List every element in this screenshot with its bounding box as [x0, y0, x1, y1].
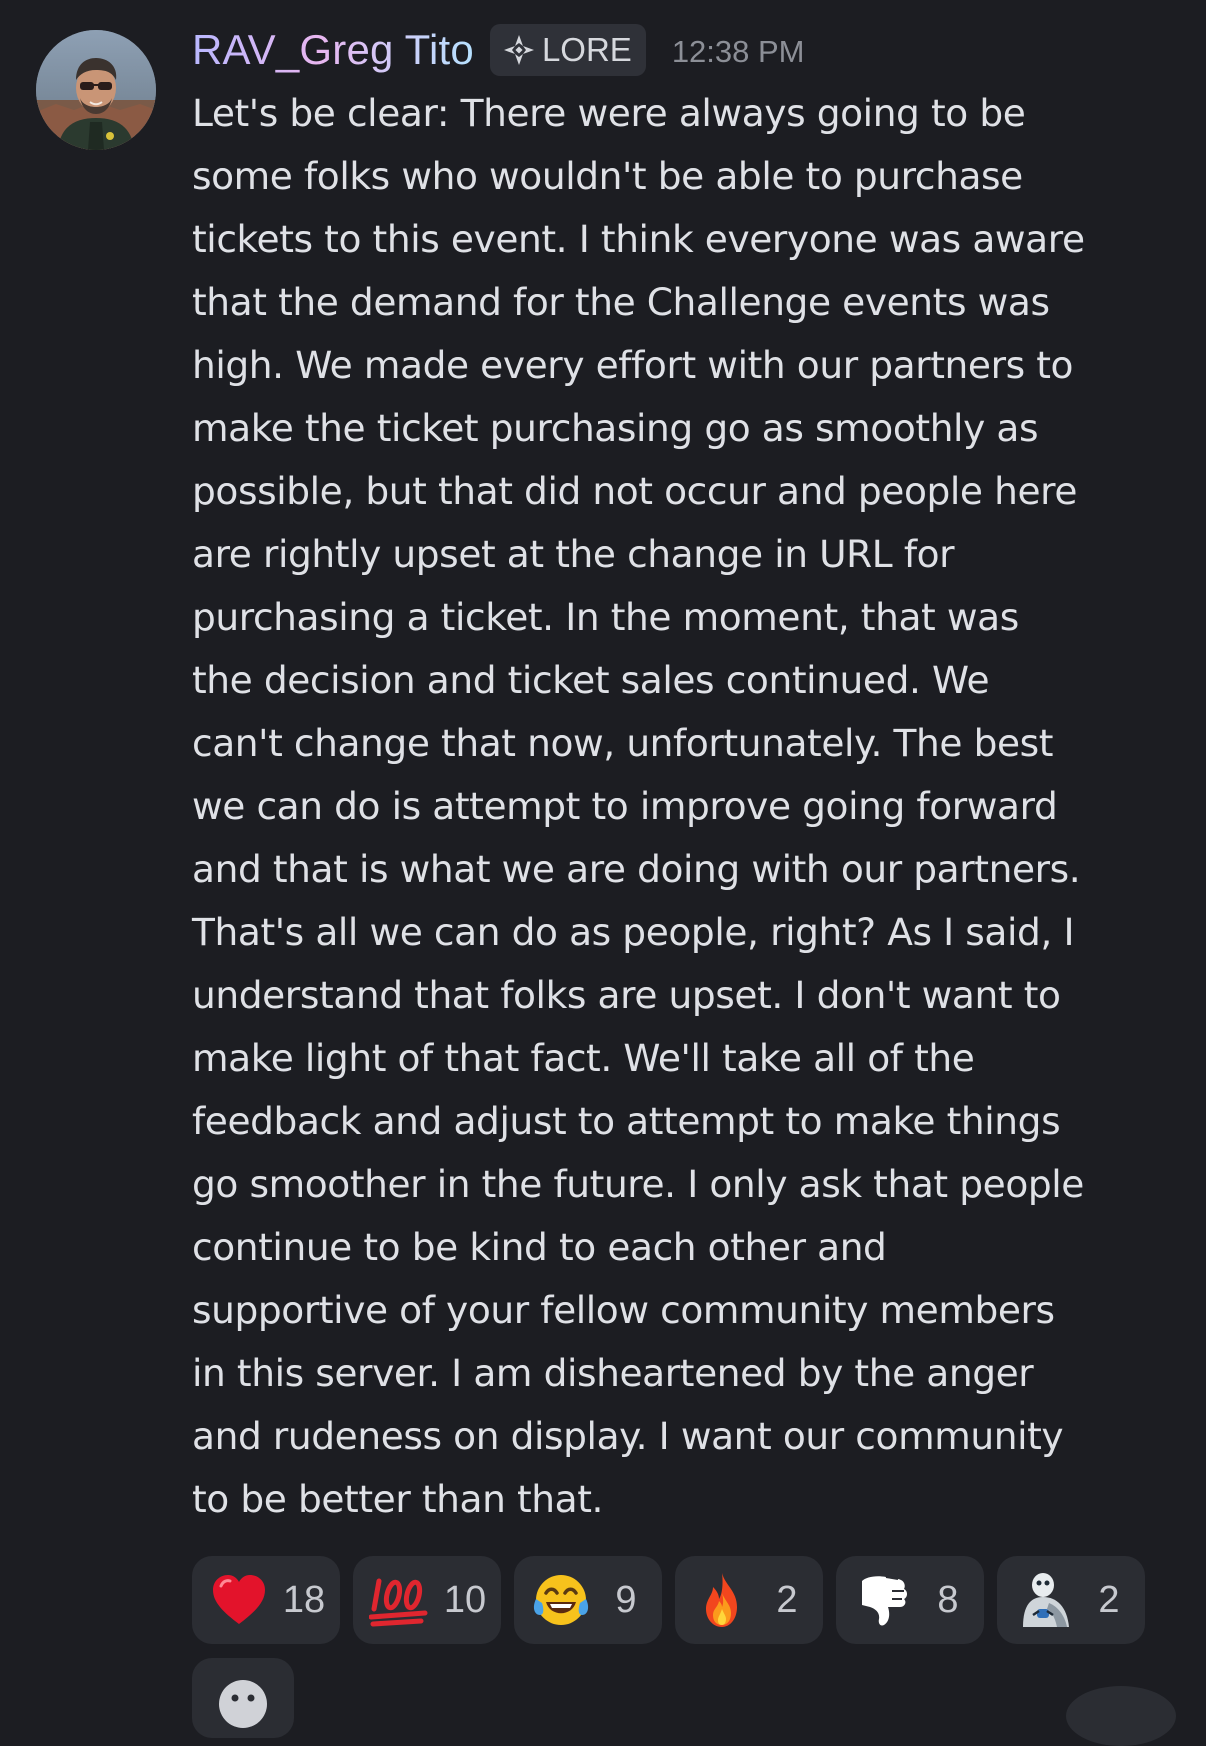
- crosshair-diamond-icon: [503, 35, 534, 65]
- add-reaction-button[interactable]: [192, 1658, 294, 1738]
- user-avatar[interactable]: [36, 30, 156, 150]
- fire-icon: [691, 1569, 753, 1631]
- message-line: go smoother in the future. I only ask th…: [192, 1162, 1084, 1206]
- message-line: tickets to this event. I think everyone …: [192, 217, 1085, 261]
- hundred-points-icon: [369, 1569, 431, 1631]
- tears-of-joy-icon: [530, 1569, 592, 1631]
- reaction-fire[interactable]: 2: [675, 1556, 823, 1644]
- scroll-button[interactable]: [1066, 1686, 1176, 1746]
- smiley-icon: [219, 1680, 267, 1728]
- custom-figure-icon: [1013, 1569, 1075, 1631]
- message-line: the decision and ticket sales continued.…: [192, 658, 990, 702]
- message-line: make the ticket purchasing go as smoothl…: [192, 406, 1039, 450]
- reaction-count: 9: [615, 1578, 637, 1621]
- message-line: purchasing a ticket. In the moment, that…: [192, 595, 1019, 639]
- message-line: and rudeness on display. I want our comm…: [192, 1414, 1064, 1458]
- message-line: that the demand for the Challenge events…: [192, 280, 1050, 324]
- message-line: and that is what we are doing with our p…: [192, 847, 1081, 891]
- reaction-bar: 18 10 9 2 8 2: [192, 1556, 1145, 1644]
- reaction-count: 10: [443, 1578, 487, 1621]
- reaction-count: 8: [937, 1578, 959, 1621]
- message-line: we can do is attempt to improve going fo…: [192, 784, 1058, 828]
- message-line: high. We made every effort with our part…: [192, 343, 1074, 387]
- reaction-count: 2: [776, 1578, 798, 1621]
- message-timestamp: 12:38 PM: [671, 34, 805, 69]
- message-line: to be better than that.: [192, 1477, 604, 1521]
- message-line: possible, but that did not occur and peo…: [192, 469, 1078, 513]
- reaction-heart[interactable]: 18: [192, 1556, 340, 1644]
- reaction-custom-figure[interactable]: 2: [997, 1556, 1145, 1644]
- message-line: are rightly upset at the change in URL f…: [192, 532, 955, 576]
- message-header: RAV_Greg Tito LORE 12:38 PM: [192, 22, 805, 78]
- message-line: feedback and adjust to attempt to make t…: [192, 1099, 1061, 1143]
- reaction-count: 18: [282, 1578, 326, 1621]
- message-line: That's all we can do as people, right? A…: [192, 910, 1075, 954]
- reaction-hundred[interactable]: 10: [353, 1556, 501, 1644]
- reaction-tears-of-joy[interactable]: 9: [514, 1556, 662, 1644]
- message-line: continue to be kind to each other and: [192, 1225, 887, 1269]
- message-line: Let's be clear: There were always going …: [192, 91, 1026, 135]
- author-name[interactable]: RAV_Greg Tito: [192, 26, 474, 74]
- reaction-thumbs-down[interactable]: 8: [836, 1556, 984, 1644]
- avatar-photo: [36, 30, 156, 150]
- message-line: in this server. I am disheartened by the…: [192, 1351, 1034, 1395]
- message-body: Let's be clear: There were always going …: [192, 82, 1192, 1531]
- role-tag-label: LORE: [541, 31, 632, 68]
- message-line: supportive of your fellow community memb…: [192, 1288, 1055, 1332]
- message-line: can't change that now, unfortunately. Th…: [192, 721, 1054, 765]
- thumbs-down-icon: [852, 1569, 914, 1631]
- reaction-count: 2: [1098, 1578, 1120, 1621]
- red-heart-icon: [208, 1569, 270, 1631]
- message-line: make light of that fact. We'll take all …: [192, 1036, 975, 1080]
- message-line: understand that folks are upset. I don't…: [192, 973, 1061, 1017]
- message-line: some folks who wouldn't be able to purch…: [192, 154, 1023, 198]
- role-tag[interactable]: LORE: [489, 24, 646, 76]
